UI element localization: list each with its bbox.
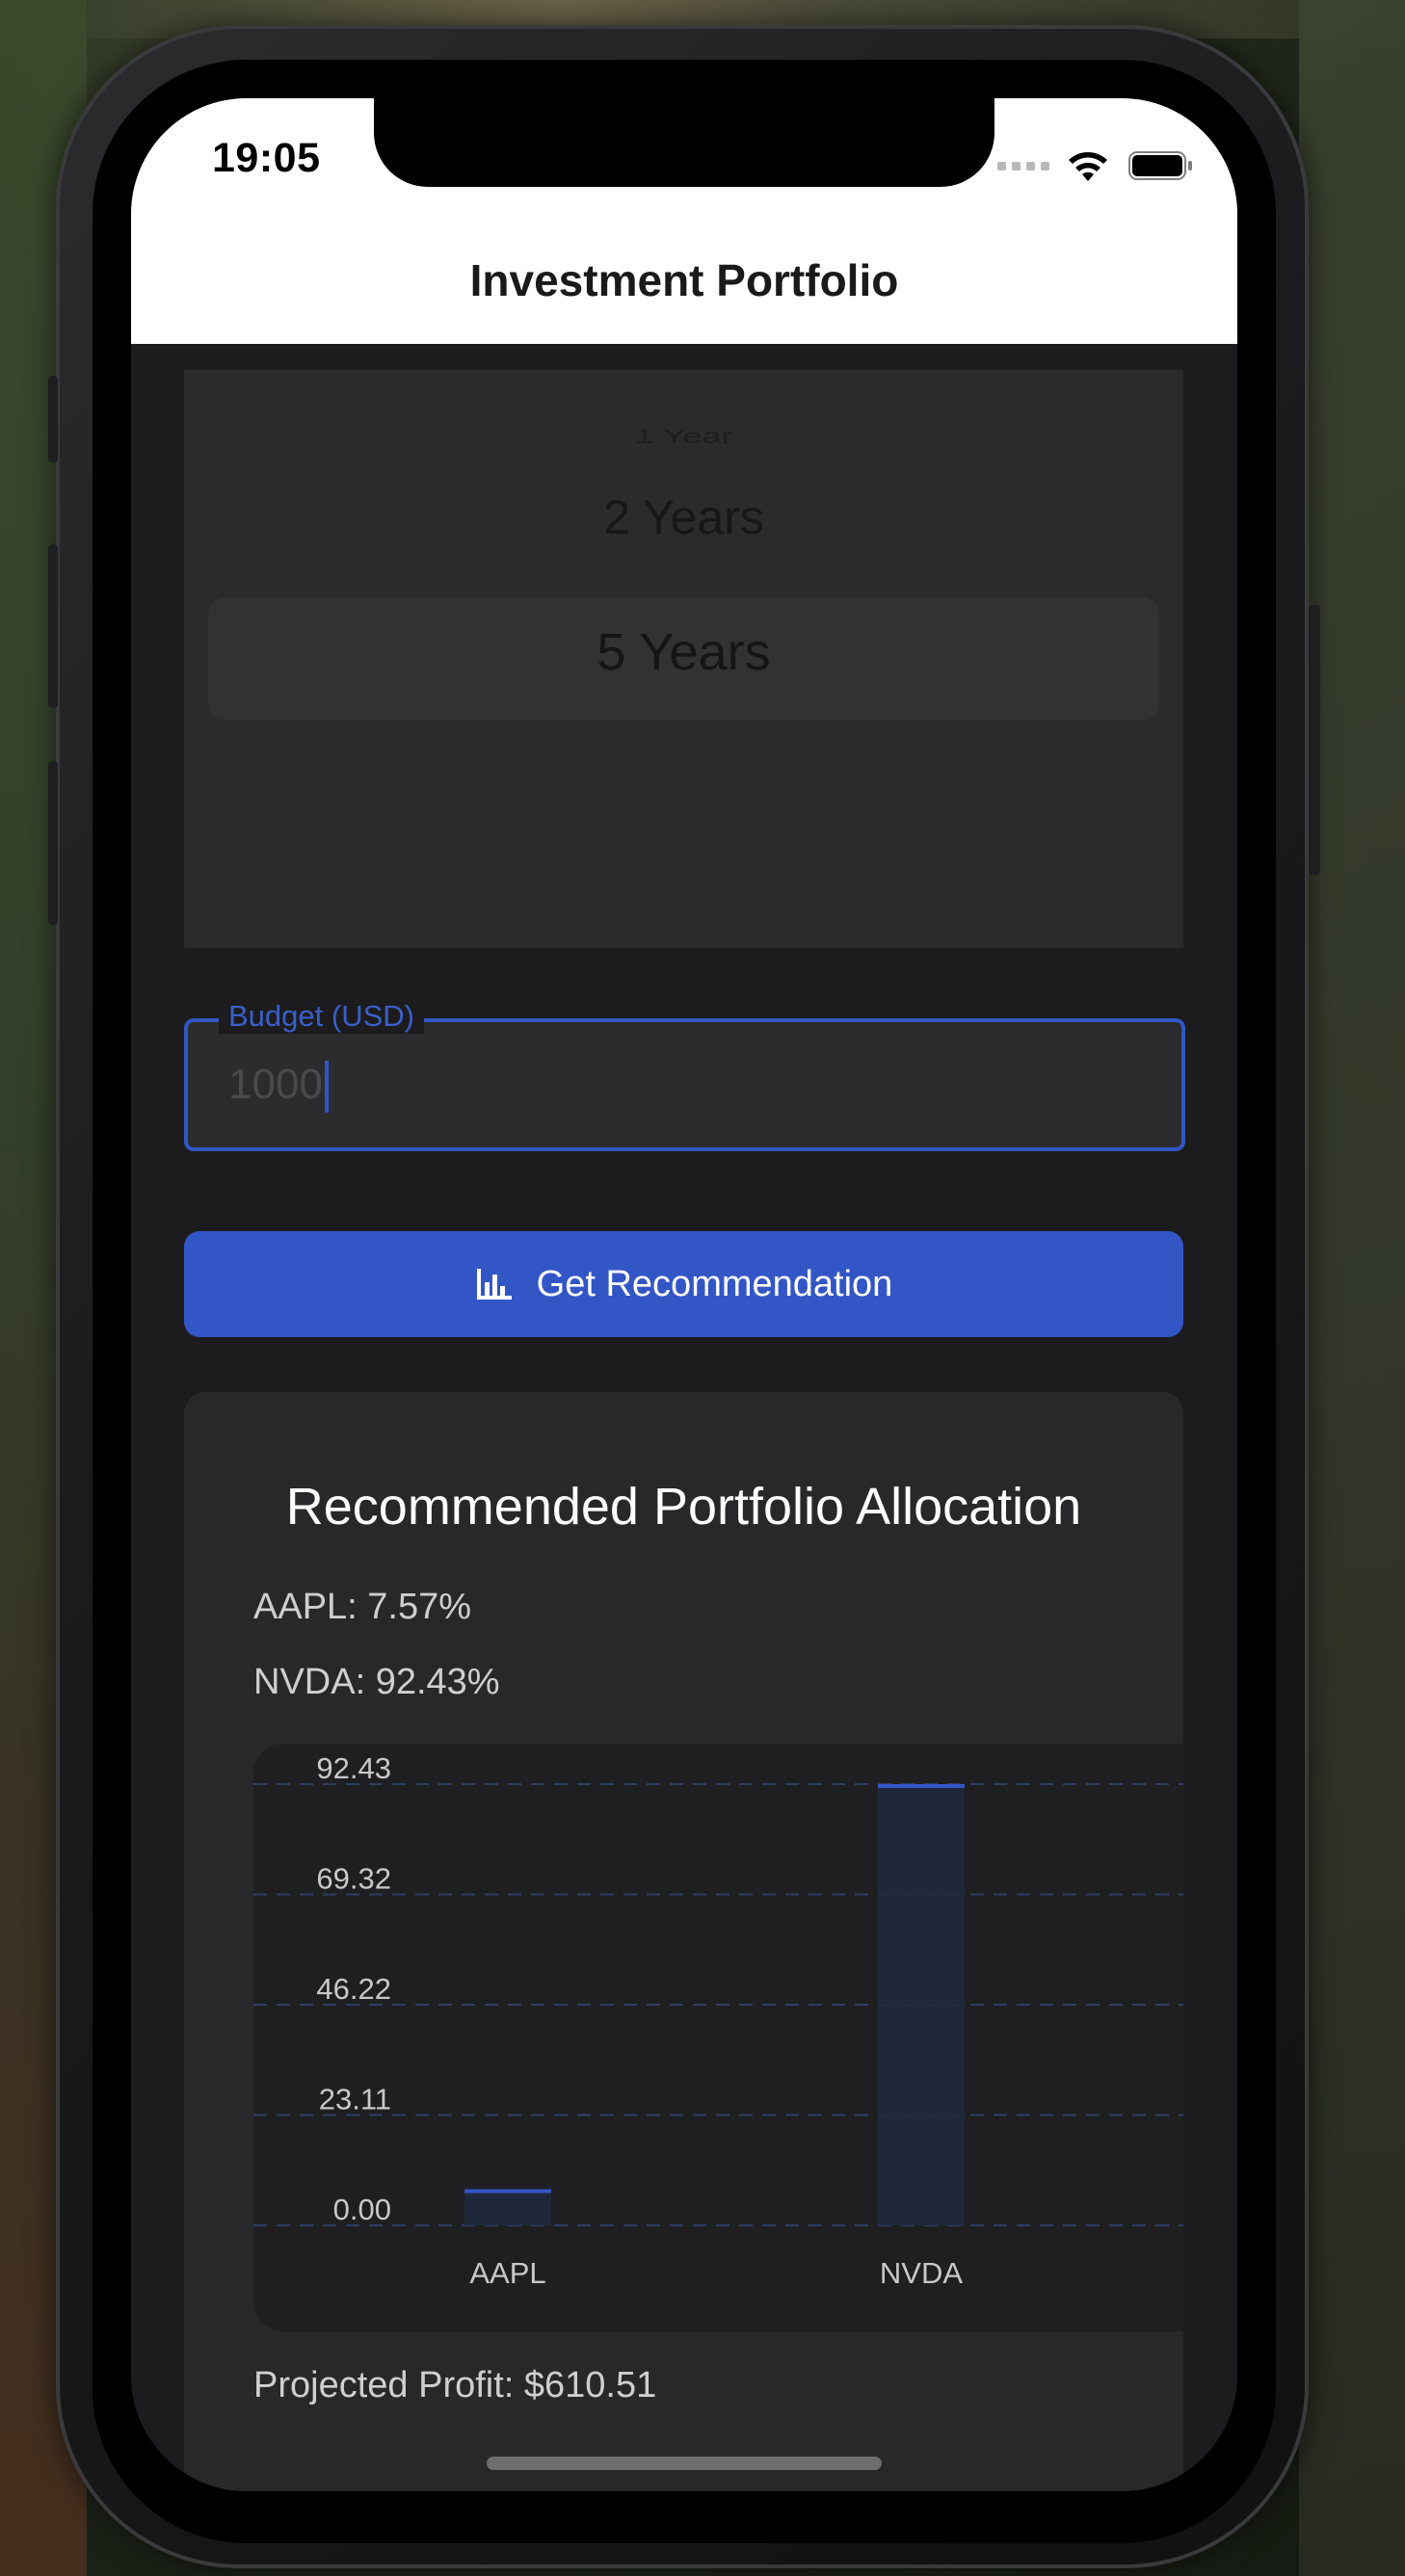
picker-option-selected[interactable]: 5 Years: [184, 622, 1183, 682]
allocation-aapl: AAPL: 7.57%: [253, 1587, 472, 1627]
x-tick-label: AAPL: [469, 2256, 545, 2290]
notch: [374, 98, 994, 187]
bar-chart-icon: [476, 1269, 512, 1300]
allocation-chart-svg: 92.43 69.32 46.22 23.11 0.00 AAPL NVDA: [253, 1751, 1183, 2290]
bar-cap-aapl: [464, 2189, 551, 2194]
bar-aapl[interactable]: [464, 2189, 551, 2225]
portfolio-card: Recommended Portfolio Allocation AAPL: 7…: [184, 1392, 1183, 2491]
budget-input-label: Budget (USD): [219, 999, 424, 1034]
text-caret: [324, 1061, 329, 1114]
home-indicator: [487, 2457, 882, 2470]
bar-cap-nvda: [878, 1784, 965, 1788]
allocation-chart: 92.43 69.32 46.22 23.11 0.00 AAPL NVDA: [253, 1744, 1183, 2331]
get-recommendation-label: Get Recommendation: [536, 1263, 893, 1304]
card-title: Recommended Portfolio Allocation: [285, 1478, 1082, 1536]
duration-picker[interactable]: 1 Year 2 Years 5 Years: [184, 370, 1183, 948]
battery-icon: [1128, 151, 1192, 180]
phone-volume-up: [48, 544, 58, 708]
status-time: 19:05: [212, 135, 321, 181]
nav-header: 19:05 Investment Portfolio: [131, 98, 1237, 344]
background-right: [1299, 0, 1405, 2576]
budget-input[interactable]: Budget (USD) 1000: [184, 999, 1185, 1151]
phone-mute-switch: [48, 376, 58, 462]
y-tick-label: 92.43: [316, 1751, 391, 1785]
projected-profit: Projected Profit: $610.51: [253, 2365, 657, 2405]
bar-nvda[interactable]: [878, 1784, 965, 2225]
phone-power-button: [1309, 605, 1320, 875]
budget-input-value-wrap[interactable]: 1000: [228, 1061, 329, 1114]
x-tick-label: NVDA: [880, 2256, 963, 2290]
y-tick-label: 69.32: [316, 1862, 391, 1896]
picker-option[interactable]: 2 Years: [184, 489, 1183, 545]
cellular-signal-icon: [997, 161, 1049, 171]
phone-volume-down: [48, 761, 58, 925]
picker-option[interactable]: 1 Year: [184, 424, 1183, 448]
y-tick-label: 46.22: [316, 1972, 391, 2006]
app-screen: 19:05 Investment Portfolio 1 Year 2 Year…: [131, 98, 1237, 2491]
wifi-icon: [1069, 152, 1107, 181]
y-tick-label: 23.11: [319, 2082, 391, 2116]
budget-input-value[interactable]: 1000: [228, 1061, 323, 1108]
get-recommendation-button[interactable]: Get Recommendation: [184, 1231, 1183, 1337]
allocation-nvda: NVDA: 92.43%: [253, 1662, 500, 1702]
page-title: Investment Portfolio: [469, 255, 899, 305]
y-tick-label: 0.00: [333, 2193, 391, 2226]
status-icons: [997, 146, 1194, 185]
